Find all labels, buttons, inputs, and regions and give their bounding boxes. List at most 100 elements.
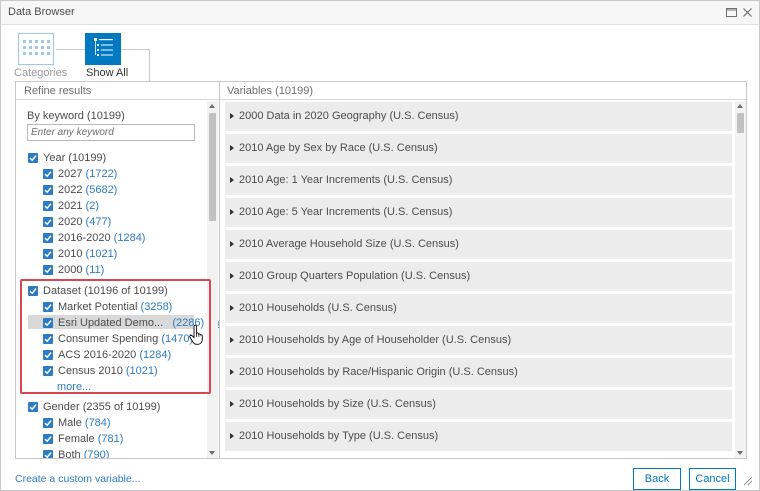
tab-connector — [121, 49, 150, 50]
refine-header-label: Refine results — [24, 85, 92, 97]
variable-label: 2010 Group Quarters Population (U.S. Cen… — [239, 270, 471, 282]
filter-item-count: (477) — [85, 216, 112, 228]
variable-label: 2010 Households by Race/Hispanic Origin … — [239, 366, 518, 378]
scroll-down-icon[interactable] — [209, 451, 215, 455]
tab-connector — [149, 49, 150, 81]
checkbox[interactable] — [43, 169, 53, 179]
filter-item-label: 2020 — [58, 216, 83, 228]
expand-caret-icon[interactable] — [230, 305, 234, 311]
grid-icon — [18, 33, 54, 65]
filter-group-label: Gender — [43, 401, 80, 413]
checkbox[interactable] — [43, 418, 53, 428]
scroll-up-icon[interactable] — [209, 104, 215, 108]
expand-caret-icon[interactable] — [230, 209, 234, 215]
back-button[interactable]: Back — [633, 468, 681, 490]
create-custom-variable-link[interactable]: Create a custom variable... — [15, 473, 140, 485]
checkbox[interactable] — [43, 185, 53, 195]
variable-row[interactable]: 2010 Households by Race/Hispanic Origin … — [225, 358, 732, 387]
filter-item-count: (784) — [84, 417, 111, 429]
scroll-thumb[interactable] — [209, 113, 216, 221]
checkbox[interactable] — [43, 450, 53, 458]
variable-label: 2010 Age: 1 Year Increments (U.S. Census… — [239, 174, 453, 186]
filter-group-count: (10199) — [68, 152, 107, 164]
checkbox[interactable] — [43, 249, 53, 259]
checkbox[interactable] — [43, 201, 53, 211]
checkbox[interactable] — [28, 402, 38, 412]
filter-item-label: 2022 — [58, 184, 83, 196]
expand-caret-icon[interactable] — [230, 401, 234, 407]
resize-grip-icon[interactable] — [743, 476, 753, 486]
variables-pane: Variables (10199) 2000 Data in 2020 Geog… — [220, 82, 746, 458]
checkbox[interactable] — [43, 233, 53, 243]
filter-item-label: 2027 — [58, 168, 83, 180]
expand-caret-icon[interactable] — [230, 369, 234, 375]
keyword-input[interactable] — [27, 124, 195, 141]
cancel-button[interactable]: Cancel — [689, 468, 736, 490]
variable-label: 2010 Average Household Size (U.S. Census… — [239, 238, 459, 250]
scroll-down-icon[interactable] — [737, 451, 743, 455]
filter-item-count: (1284) — [113, 232, 146, 244]
list-icon — [94, 38, 113, 56]
tab-show-all[interactable] — [85, 33, 121, 65]
filter-item-count: (1021) — [85, 248, 118, 260]
checkbox[interactable] — [43, 217, 53, 227]
expand-caret-icon[interactable] — [230, 177, 234, 183]
variable-row[interactable]: 2000 Data in 2020 Geography (U.S. Census… — [225, 102, 732, 131]
filter-item-label: Female — [58, 433, 95, 445]
expand-caret-icon[interactable] — [230, 273, 234, 279]
browser-panel: Refine results By keyword (10199) Year (… — [15, 81, 747, 459]
variable-row[interactable]: 2010 Age: 1 Year Increments (U.S. Census… — [225, 166, 732, 195]
filter-item-label: 2016-2020 — [58, 232, 111, 244]
data-browser-dialog: Data Browser Categories Show All Refine … — [0, 0, 760, 491]
hand-cursor-icon — [189, 325, 203, 345]
variables-header-label: Variables (10199) — [227, 85, 314, 97]
scroll-up-icon[interactable] — [737, 104, 743, 108]
filter-group-count: (2355 of 10199) — [82, 401, 161, 413]
expand-caret-icon[interactable] — [230, 113, 234, 119]
filter-item-label: 2021 — [58, 200, 83, 212]
variable-row[interactable]: 2010 Age by Sex by Race (U.S. Census) — [225, 134, 732, 163]
maximize-icon[interactable] — [725, 6, 738, 19]
dialog-title: Data Browser — [8, 6, 75, 18]
title-bar: Data Browser — [1, 1, 759, 25]
filter-item-count: (781) — [97, 433, 124, 445]
variable-row[interactable]: 2010 Group Quarters Population (U.S. Cen… — [225, 262, 732, 291]
filter-item-label: 2010 — [58, 248, 83, 260]
filter-item-label: Both — [58, 449, 81, 458]
variable-row[interactable]: 2010 Households (U.S. Census) — [225, 294, 732, 323]
filter-item-count: (5682) — [85, 184, 118, 196]
filter-item-count: (790) — [83, 449, 110, 458]
filter-item-count: (11) — [85, 264, 105, 276]
right-scrollbar[interactable] — [735, 101, 746, 458]
variable-row[interactable]: 2010 Households by Size (U.S. Census) — [225, 390, 732, 419]
tab-connector — [56, 49, 85, 50]
variable-row[interactable]: 2010 Households by Age of Householder (U… — [225, 326, 732, 355]
expand-caret-icon[interactable] — [230, 337, 234, 343]
checkbox[interactable] — [43, 265, 53, 275]
refine-pane: Refine results By keyword (10199) Year (… — [16, 82, 219, 458]
tab-categories[interactable] — [18, 33, 54, 65]
checkbox[interactable] — [43, 434, 53, 444]
expand-caret-icon[interactable] — [230, 145, 234, 151]
variable-row[interactable]: 2010 Age: 5 Year Increments (U.S. Census… — [225, 198, 732, 227]
expand-caret-icon[interactable] — [230, 433, 234, 439]
variable-row[interactable]: 2010 Households by Type (U.S. Census) — [225, 422, 732, 451]
filter-item-label: 2000 — [58, 264, 83, 276]
variable-label: 2010 Households by Type (U.S. Census) — [239, 430, 439, 442]
close-icon[interactable] — [741, 6, 754, 19]
filter-group-label: Year — [43, 152, 66, 164]
tab-categories-label[interactable]: Categories — [14, 67, 67, 79]
variable-label: 2010 Age by Sex by Race (U.S. Census) — [239, 142, 438, 154]
expand-caret-icon[interactable] — [230, 241, 234, 247]
filter-item-count: (2) — [85, 200, 99, 212]
tab-show-all-label[interactable]: Show All — [86, 67, 128, 79]
variable-label: 2010 Age: 5 Year Increments (U.S. Census… — [239, 206, 453, 218]
variables-header: Variables (10199) — [220, 82, 746, 100]
variable-row[interactable]: 2010 Average Household Size (U.S. Census… — [225, 230, 732, 259]
filter-item-label: Male — [58, 417, 82, 429]
checkbox[interactable] — [28, 153, 38, 163]
variable-label: 2010 Households by Age of Householder (U… — [239, 334, 512, 346]
scroll-thumb[interactable] — [737, 113, 744, 133]
refine-header: Refine results — [16, 82, 219, 100]
keyword-label: By keyword (10199) — [27, 110, 125, 122]
